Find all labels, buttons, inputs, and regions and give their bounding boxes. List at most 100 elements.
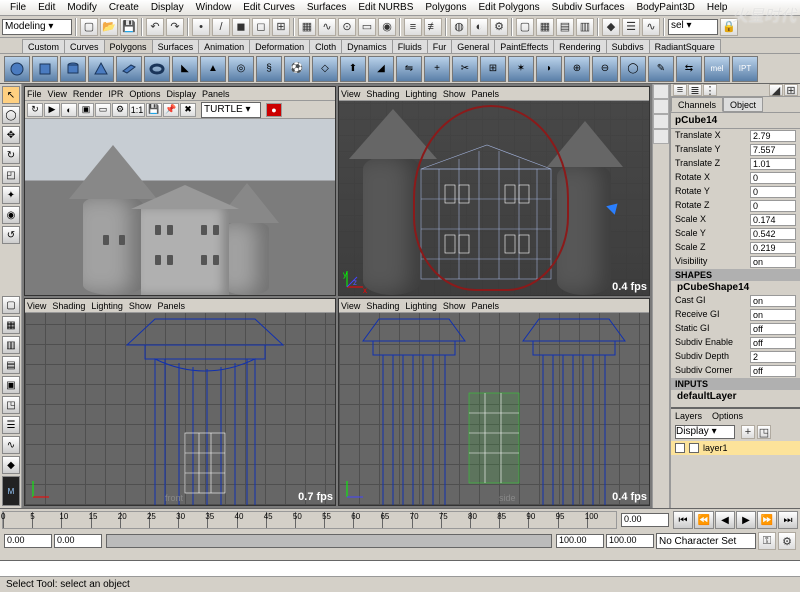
vpm-panels[interactable]: Panels	[471, 89, 499, 99]
attr-field[interactable]	[750, 144, 796, 156]
attr-field[interactable]	[750, 337, 796, 349]
poly-cube-icon[interactable]	[32, 56, 58, 82]
vpm-shading-f[interactable]: Shading	[52, 301, 85, 311]
outliner-icon[interactable]: ☰	[622, 18, 640, 36]
tab-channels[interactable]: Channels	[671, 97, 723, 112]
step-back-icon[interactable]: ⏪	[694, 511, 714, 529]
poly-helix-icon[interactable]: §	[256, 56, 282, 82]
bevel-icon[interactable]: ◢	[368, 56, 394, 82]
vpm-show[interactable]: Show	[443, 89, 466, 99]
shelf-tab-painteffects[interactable]: PaintEffects	[494, 39, 554, 53]
shape-node[interactable]: pCubeShape14	[671, 281, 800, 294]
rv-menu-ipr[interactable]: IPR	[108, 89, 123, 99]
last-tool-icon[interactable]: ↺	[2, 226, 20, 244]
menu-bodypaint[interactable]: BodyPaint3D	[631, 2, 701, 13]
append-icon[interactable]: +	[424, 56, 450, 82]
vpm-view[interactable]: View	[341, 89, 360, 99]
prefs-icon[interactable]: ⚙	[778, 532, 796, 550]
rv-ipr-icon[interactable]: ◐	[61, 103, 77, 117]
rv-globals-icon[interactable]: ⚙	[112, 103, 128, 117]
layer-sel-icon[interactable]: ◳	[757, 425, 771, 439]
rv-snapshot-icon[interactable]: ▣	[78, 103, 94, 117]
current-frame-field[interactable]: 0.00	[621, 513, 669, 527]
sculpt-icon[interactable]: ✎	[648, 56, 674, 82]
menu-subdiv[interactable]: Subdiv Surfaces	[546, 2, 631, 13]
layout-single-icon[interactable]: ▢	[516, 18, 534, 36]
rv-1to1-icon[interactable]: 1:1	[129, 103, 145, 117]
layout-3-icon[interactable]: ▣	[2, 376, 20, 394]
side-viewport[interactable]: View Shading Lighting Show Panels	[338, 298, 650, 506]
attr-field[interactable]	[750, 256, 796, 268]
toggle-attr-icon[interactable]	[653, 99, 669, 114]
poly-pyramid-icon[interactable]: ▲	[200, 56, 226, 82]
render-icon[interactable]: ◍	[450, 18, 468, 36]
layer-vis-checkbox[interactable]	[675, 443, 685, 453]
menu-window[interactable]: Window	[190, 2, 238, 13]
soft-mod-icon[interactable]: ◉	[2, 206, 20, 224]
vpm-shading[interactable]: Shading	[366, 89, 399, 99]
goto-end-icon[interactable]: ⏭	[778, 511, 798, 529]
snap-point-icon[interactable]: ⊙	[338, 18, 356, 36]
layout-graph-icon[interactable]: ∿	[2, 436, 20, 454]
undo-icon[interactable]: ↶	[146, 18, 164, 36]
rv-menu-display[interactable]: Display	[166, 89, 196, 99]
render-view-panel[interactable]: File View Render IPR Options Display Pan…	[24, 86, 336, 296]
layer-name[interactable]: layer1	[703, 443, 728, 453]
play-back-icon[interactable]: ◀	[715, 511, 735, 529]
mel-icon[interactable]: mel	[704, 56, 730, 82]
attr-field[interactable]	[750, 295, 796, 307]
command-line[interactable]	[0, 560, 800, 576]
shelf-tab-curves[interactable]: Curves	[64, 39, 105, 53]
snap-grid-icon[interactable]: ▦	[298, 18, 316, 36]
rv-menu-file[interactable]: File	[27, 89, 42, 99]
step-fwd-icon[interactable]: ⏩	[757, 511, 777, 529]
smooth-icon[interactable]: ◯	[620, 56, 646, 82]
layout-2h-icon[interactable]: ▤	[2, 356, 20, 374]
node-name[interactable]: pCube14	[671, 113, 800, 129]
rv-region-icon[interactable]: ▭	[95, 103, 111, 117]
wedge-icon[interactable]: ◗	[536, 56, 562, 82]
layout-4-icon[interactable]: ▦	[2, 316, 20, 334]
collapse-icon[interactable]: ⊖	[592, 56, 618, 82]
cb-icon1[interactable]: ≡	[673, 84, 687, 96]
front-viewport[interactable]: View Shading Lighting Show Panels	[24, 298, 336, 506]
menu-edit[interactable]: Edit	[32, 2, 61, 13]
selmask-object-icon[interactable]: ◻	[252, 18, 270, 36]
shelf-tab-deformation[interactable]: Deformation	[249, 39, 310, 53]
poly-plane-icon[interactable]	[116, 56, 142, 82]
layout-2v-icon[interactable]: ▥	[576, 18, 594, 36]
history-on-icon[interactable]: ≡	[404, 18, 422, 36]
menu-help[interactable]: Help	[701, 2, 734, 13]
menu-editpolygons[interactable]: Edit Polygons	[473, 2, 546, 13]
layers-tab[interactable]: Layers	[675, 411, 702, 421]
render-globals-icon[interactable]: ⚙	[490, 18, 508, 36]
attr-field[interactable]	[750, 242, 796, 254]
range-end-field[interactable]: 100.00	[606, 534, 654, 548]
shelf-tab-rendering[interactable]: Rendering	[553, 39, 607, 53]
ipt-icon[interactable]: IPT	[732, 56, 758, 82]
vpm-panels-s[interactable]: Panels	[471, 301, 499, 311]
split-icon[interactable]: ✂	[452, 56, 478, 82]
goto-start-icon[interactable]: ⏮	[673, 511, 693, 529]
selmask-vertex-icon[interactable]: •	[192, 18, 210, 36]
vpm-lighting-s[interactable]: Lighting	[405, 301, 437, 311]
toggle-layer-icon[interactable]	[653, 129, 669, 144]
poly-pipe-icon[interactable]: ◎	[228, 56, 254, 82]
new-scene-icon[interactable]: ▢	[80, 18, 98, 36]
rv-menu-view[interactable]: View	[48, 89, 67, 99]
attr-field[interactable]	[750, 309, 796, 321]
menu-editcurves[interactable]: Edit Curves	[237, 2, 301, 13]
persp-body[interactable]: y x z 0.4 fps	[339, 101, 649, 295]
menu-display[interactable]: Display	[145, 2, 190, 13]
shelf-tab-dynamics[interactable]: Dynamics	[341, 39, 393, 53]
toggle-channelbox-icon[interactable]	[653, 84, 669, 99]
layers-options[interactable]: Options	[712, 411, 743, 421]
poly-soccer-icon[interactable]: ⚽	[284, 56, 310, 82]
selmask-uv-icon[interactable]: ⊞	[272, 18, 290, 36]
select-tool-icon[interactable]: ↖	[2, 86, 20, 104]
attr-field[interactable]	[750, 228, 796, 240]
selmask-face-icon[interactable]: ◼	[232, 18, 250, 36]
snap-live-icon[interactable]: ◉	[378, 18, 396, 36]
playback-start-field[interactable]: 0.00	[54, 534, 102, 548]
vpm-panels-f[interactable]: Panels	[157, 301, 185, 311]
